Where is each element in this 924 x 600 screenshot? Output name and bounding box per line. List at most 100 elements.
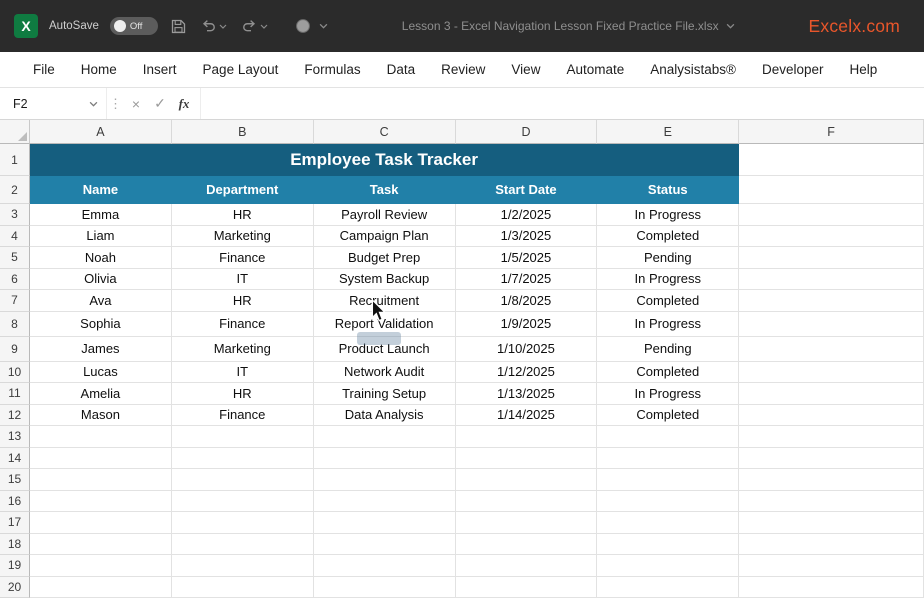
cell-B12[interactable]: Finance <box>171 404 314 426</box>
cell-E12[interactable]: Completed <box>597 404 740 426</box>
cell-D4[interactable]: 1/3/2025 <box>455 225 598 247</box>
formula-input[interactable] <box>200 88 924 119</box>
cell-E2[interactable]: Status <box>597 176 740 204</box>
cell-B8[interactable]: Finance <box>171 311 314 337</box>
column-header-F[interactable]: F <box>739 120 924 144</box>
cell-F2[interactable] <box>739 176 924 204</box>
cell-B11[interactable]: HR <box>171 383 314 405</box>
cell-B19[interactable] <box>171 555 314 577</box>
cell-D2[interactable]: Start Date <box>455 176 598 204</box>
cell-F19[interactable] <box>739 555 924 577</box>
cell-F10[interactable] <box>739 361 924 383</box>
row-header-9[interactable]: 9 <box>0 336 30 362</box>
cell-F3[interactable] <box>739 204 924 226</box>
row-header-17[interactable]: 17 <box>0 512 30 534</box>
row-header-13[interactable]: 13 <box>0 426 30 448</box>
cell-A5[interactable]: Noah <box>30 247 172 269</box>
cell-B15[interactable] <box>171 469 314 491</box>
row-header-18[interactable]: 18 <box>0 533 30 555</box>
cell-D5[interactable]: 1/5/2025 <box>455 247 598 269</box>
row-header-12[interactable]: 12 <box>0 404 30 426</box>
cell-E10[interactable]: Completed <box>597 361 740 383</box>
cell-D7[interactable]: 1/8/2025 <box>455 290 598 312</box>
cell-A16[interactable] <box>30 490 172 512</box>
cell-F17[interactable] <box>739 512 924 534</box>
cell-B20[interactable] <box>171 576 314 598</box>
cell-D10[interactable]: 1/12/2025 <box>455 361 598 383</box>
cell-C3[interactable]: Payroll Review <box>313 204 456 226</box>
cell-D12[interactable]: 1/14/2025 <box>455 404 598 426</box>
menu-tab-data[interactable]: Data <box>374 52 429 87</box>
row-header-6[interactable]: 6 <box>0 268 30 290</box>
record-button[interactable] <box>295 18 328 34</box>
cell-table-title[interactable]: Employee Task Tracker <box>30 144 740 176</box>
column-header-B[interactable]: B <box>171 120 314 144</box>
cell-B16[interactable] <box>171 490 314 512</box>
menu-tab-file[interactable]: File <box>20 52 68 87</box>
cell-D9[interactable]: 1/10/2025 <box>455 336 598 362</box>
cell-C4[interactable]: Campaign Plan <box>313 225 456 247</box>
cell-F13[interactable] <box>739 426 924 448</box>
cell-A20[interactable] <box>30 576 172 598</box>
cell-D16[interactable] <box>455 490 598 512</box>
cell-A12[interactable]: Mason <box>30 404 172 426</box>
cell-E11[interactable]: In Progress <box>597 383 740 405</box>
cell-B13[interactable] <box>171 426 314 448</box>
document-title[interactable]: Lesson 3 - Excel Navigation Lesson Fixed… <box>402 19 719 33</box>
cell-F14[interactable] <box>739 447 924 469</box>
menu-tab-automate[interactable]: Automate <box>553 52 637 87</box>
cell-A15[interactable] <box>30 469 172 491</box>
cell-D3[interactable]: 1/2/2025 <box>455 204 598 226</box>
cell-F18[interactable] <box>739 533 924 555</box>
menu-tab-formulas[interactable]: Formulas <box>291 52 373 87</box>
cell-B3[interactable]: HR <box>171 204 314 226</box>
cell-A9[interactable]: James <box>30 336 172 362</box>
redo-button[interactable] <box>240 17 270 35</box>
cell-D13[interactable] <box>455 426 598 448</box>
name-box[interactable]: F2 <box>0 88 106 119</box>
cell-C11[interactable]: Training Setup <box>313 383 456 405</box>
row-header-11[interactable]: 11 <box>0 383 30 405</box>
excel-logo-icon[interactable]: X <box>14 14 38 38</box>
cancel-button[interactable]: × <box>124 88 148 119</box>
row-header-7[interactable]: 7 <box>0 290 30 312</box>
row-header-1[interactable]: 1 <box>0 144 30 176</box>
cell-F11[interactable] <box>739 383 924 405</box>
menu-tab-home[interactable]: Home <box>68 52 130 87</box>
cell-A17[interactable] <box>30 512 172 534</box>
cell-F20[interactable] <box>739 576 924 598</box>
cell-B10[interactable]: IT <box>171 361 314 383</box>
cell-E7[interactable]: Completed <box>597 290 740 312</box>
cell-F16[interactable] <box>739 490 924 512</box>
autosave-toggle[interactable]: Off <box>109 17 158 35</box>
cell-E17[interactable] <box>597 512 740 534</box>
row-header-16[interactable]: 16 <box>0 490 30 512</box>
insert-function-button[interactable]: fx <box>172 88 196 119</box>
cell-A14[interactable] <box>30 447 172 469</box>
row-header-14[interactable]: 14 <box>0 447 30 469</box>
row-header-8[interactable]: 8 <box>0 311 30 337</box>
cell-B2[interactable]: Department <box>171 176 314 204</box>
cell-E4[interactable]: Completed <box>597 225 740 247</box>
select-all-button[interactable] <box>0 120 30 144</box>
column-header-A[interactable]: A <box>30 120 172 144</box>
enter-button[interactable]: ✓ <box>148 88 172 119</box>
cell-A6[interactable]: Olivia <box>30 268 172 290</box>
cell-D6[interactable]: 1/7/2025 <box>455 268 598 290</box>
cell-E6[interactable]: In Progress <box>597 268 740 290</box>
column-header-E[interactable]: E <box>597 120 740 144</box>
menu-tab-insert[interactable]: Insert <box>130 52 190 87</box>
cell-B7[interactable]: HR <box>171 290 314 312</box>
cell-E3[interactable]: In Progress <box>597 204 740 226</box>
cell-C7[interactable]: Recruitment <box>313 290 456 312</box>
cell-C19[interactable] <box>313 555 456 577</box>
cell-D20[interactable] <box>455 576 598 598</box>
cell-E18[interactable] <box>597 533 740 555</box>
cell-F15[interactable] <box>739 469 924 491</box>
cell-E20[interactable] <box>597 576 740 598</box>
cell-A10[interactable]: Lucas <box>30 361 172 383</box>
cell-C6[interactable]: System Backup <box>313 268 456 290</box>
column-header-C[interactable]: C <box>313 120 456 144</box>
cell-E5[interactable]: Pending <box>597 247 740 269</box>
cell-C20[interactable] <box>313 576 456 598</box>
